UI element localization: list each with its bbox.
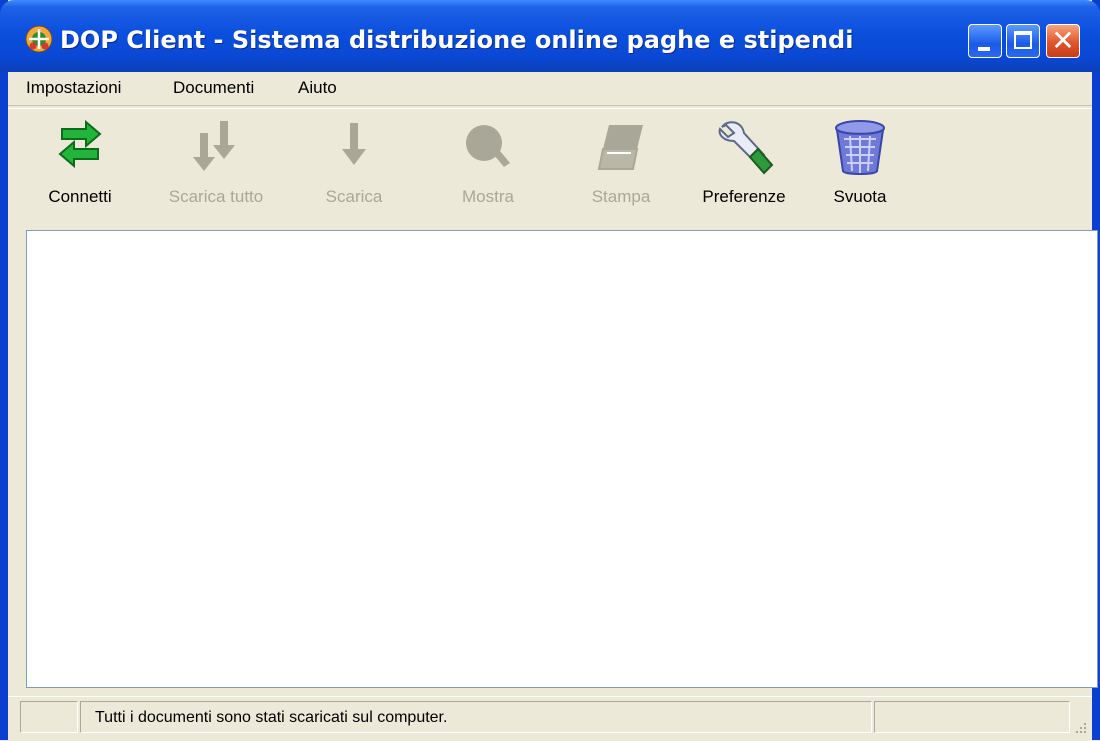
close-button[interactable]: ✕ — [1046, 24, 1080, 58]
title-bar[interactable]: DOP Client - Sistema distribuzione onlin… — [0, 0, 1100, 72]
resize-grip-icon[interactable] — [1070, 719, 1088, 737]
maximize-icon — [1014, 31, 1032, 49]
window-title: DOP Client - Sistema distribuzione onlin… — [60, 26, 854, 54]
print-icon — [597, 125, 643, 170]
maximize-button[interactable] — [1006, 24, 1040, 58]
stampa-button[interactable]: Stampa — [561, 119, 681, 219]
close-icon: ✕ — [1051, 24, 1075, 57]
scarica-label: Scarica — [325, 187, 383, 206]
trash-bin-icon — [835, 120, 885, 175]
scarica-tutto-button[interactable]: Scarica tutto — [156, 119, 276, 219]
dop-client-logo-icon — [25, 25, 53, 53]
connect-arrows-icon — [58, 119, 102, 169]
wrench-icon — [718, 121, 774, 175]
status-bar: Tutti i documenti sono stati scaricati s… — [8, 696, 1092, 741]
preferenze-button[interactable]: Preferenze — [684, 119, 804, 219]
menu-impostazioni[interactable]: Impostazioni — [26, 78, 121, 98]
svuota-label: Svuota — [833, 187, 887, 206]
menu-bar: Impostazioni Documenti Aiuto — [8, 72, 1092, 106]
svuota-button[interactable]: Svuota — [800, 119, 920, 219]
preferenze-label: Preferenze — [702, 187, 786, 206]
scarica-button[interactable]: Scarica — [294, 119, 414, 219]
minimize-icon — [978, 47, 990, 51]
toolbar: Connetti Scarica tutto Scarica Mostra St… — [8, 108, 1092, 226]
stampa-label: Stampa — [591, 187, 651, 206]
document-list[interactable] — [26, 230, 1098, 688]
status-pane-message: Tutti i documenti sono stati scaricati s… — [80, 701, 872, 733]
status-message: Tutti i documenti sono stati scaricati s… — [95, 709, 448, 726]
download-icon — [342, 123, 366, 165]
status-pane-icon — [20, 701, 78, 733]
menu-aiuto[interactable]: Aiuto — [298, 78, 337, 98]
mostra-button[interactable]: Mostra — [428, 119, 548, 219]
connetti-label: Connetti — [48, 187, 112, 206]
download-all-icon — [193, 121, 235, 171]
mostra-label: Mostra — [462, 187, 514, 206]
menu-documenti[interactable]: Documenti — [173, 78, 254, 98]
magnifier-icon — [466, 125, 510, 167]
scarica-tutto-label: Scarica tutto — [168, 187, 264, 206]
minimize-button[interactable] — [968, 24, 1002, 58]
status-pane-extra — [874, 701, 1070, 733]
connetti-button[interactable]: Connetti — [20, 119, 140, 219]
app-window: DOP Client - Sistema distribuzione onlin… — [0, 0, 1100, 740]
